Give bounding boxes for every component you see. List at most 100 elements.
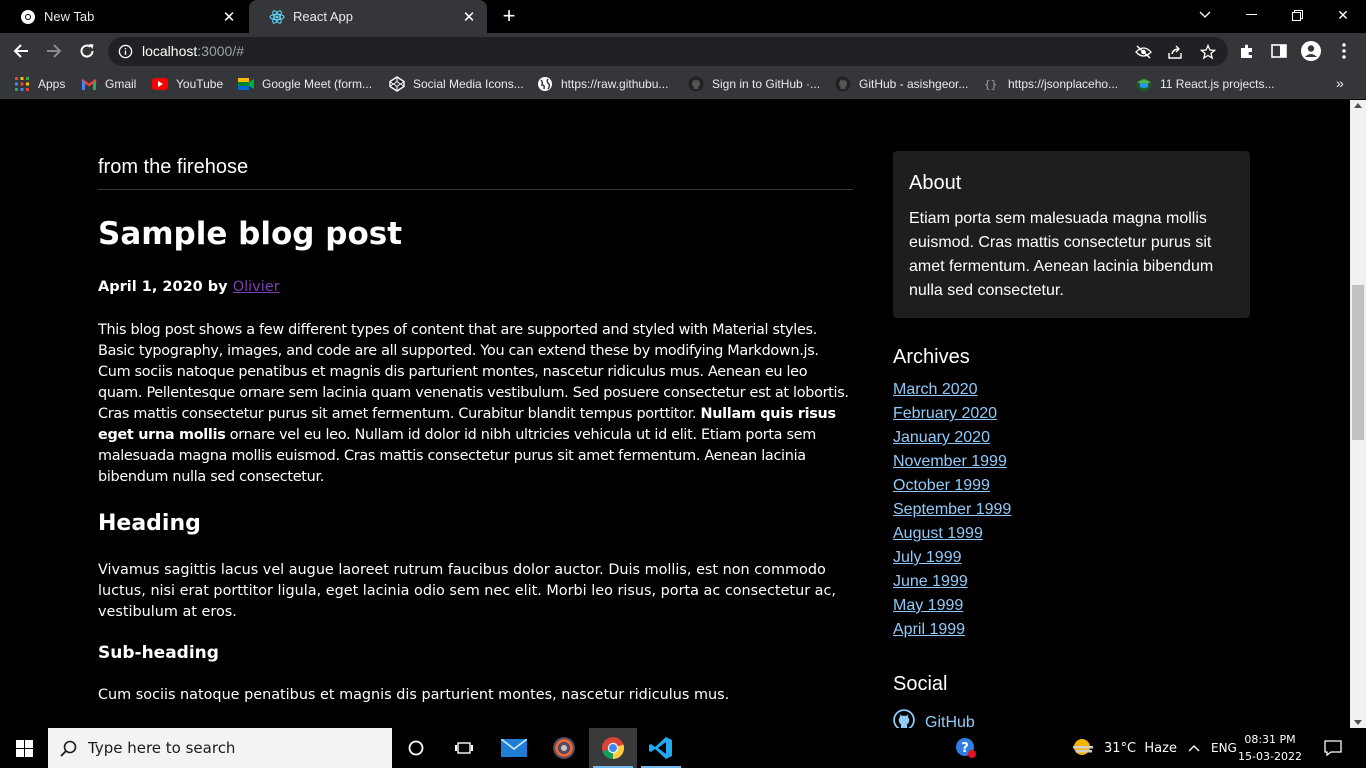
archive-link[interactable]: January 2020 [893,429,990,446]
about-title: About [909,172,962,194]
mail-icon[interactable] [490,728,538,768]
windows-taskbar: Type here to search ? 31°C Haze ENG 08:3… [0,728,1366,768]
youtube-icon [152,76,168,92]
vscode-icon[interactable] [637,728,685,768]
search-icon [48,740,88,757]
url-host: localhost [142,43,198,59]
new-tab-button[interactable]: + [497,5,521,28]
post-date: April 1, 2020 by [98,279,228,295]
globe-icon [537,76,553,92]
search-placeholder: Type here to search [88,739,236,757]
minimize-button[interactable] [1228,0,1274,30]
archive-item: October 1999 [893,477,1011,501]
archive-link[interactable]: June 1999 [893,573,968,590]
archive-link[interactable]: April 1999 [893,621,965,638]
media-player-icon[interactable] [540,728,588,768]
archive-link[interactable]: March 2020 [893,381,978,398]
back-arrow-icon[interactable] [9,39,33,63]
archive-link[interactable]: July 1999 [893,549,962,566]
weather-widget[interactable]: 31°C Haze [1072,728,1177,768]
taskbar-search-box[interactable]: Type here to search [48,728,392,768]
close-icon[interactable]: ✕ [219,7,239,27]
archive-item: November 1999 [893,453,1011,477]
archive-item: January 2020 [893,429,1011,453]
tab-title: React App [293,9,353,24]
post-paragraph: This blog post shows a few different typ… [98,320,853,488]
extensions-puzzle-icon[interactable] [1235,39,1259,63]
bookmark-jsonplaceholder[interactable]: {} https://jsonplaceho... [984,76,1118,92]
tab-title: New Tab [44,9,95,24]
archive-link[interactable]: November 1999 [893,453,1007,470]
archive-link[interactable]: February 2020 [893,405,997,422]
tab-search-chevron-icon[interactable] [1182,0,1228,30]
address-bar[interactable]: localhost:3000/# [108,37,1228,66]
notifications-icon[interactable] [1324,728,1342,768]
task-view-icon[interactable] [440,728,488,768]
bookmark-google-meet[interactable]: Google Meet (form... [238,76,372,92]
bookmark-github-asishgeorge[interactable]: GitHub - asishgeor... [835,76,968,92]
bookmark-star-icon[interactable] [1199,43,1217,61]
archive-link[interactable]: May 1999 [893,597,963,614]
bookmarks-overflow-chevron-icon[interactable]: » [1336,75,1344,91]
bookmark-apps[interactable]: Apps [14,76,65,92]
codepen-icon [389,76,405,92]
browser-toolbar: localhost:3000/# [0,33,1366,69]
archive-link[interactable]: October 1999 [893,477,990,494]
post-meta: April 1, 2020 by Olivier [98,279,280,295]
social-github-link[interactable]: GitHub [925,714,975,729]
chrome-taskbar-icon[interactable] [589,728,637,768]
bookmark-youtube[interactable]: YouTube [152,76,223,92]
gmail-icon [81,76,97,92]
page-viewport: from the firehose Sample blog post April… [0,100,1350,728]
json-icon: {} [984,76,1000,92]
archive-item: March 2020 [893,381,1011,405]
author-link[interactable]: Olivier [233,279,280,295]
archive-item: June 1999 [893,573,1011,597]
info-icon[interactable] [118,44,133,64]
bookmark-gmail[interactable]: Gmail [81,76,136,92]
eye-slash-icon[interactable] [1134,43,1152,61]
browser-tab-strip: New Tab ✕ React App ✕ + ✕ [0,0,1366,33]
profile-avatar-icon[interactable] [1299,39,1323,63]
bookmark-raw-githubusercontent[interactable]: https://raw.githubu... [537,76,668,92]
page-scrollbar[interactable] [1350,100,1366,728]
github-icon [893,709,915,728]
archive-item: July 1999 [893,549,1011,573]
bookmark-label: GitHub - asishgeor... [859,77,969,91]
tray-chevron-up-icon[interactable] [1188,728,1200,768]
tab-react-app[interactable]: React App ✕ [249,0,487,33]
help-question-icon[interactable]: ? [942,728,990,768]
bookmark-react-projects[interactable]: 11 React.js projects... [1136,76,1275,92]
bookmark-label: Apps [38,77,66,91]
scroll-down-arrow-icon[interactable] [1354,720,1362,725]
archive-link[interactable]: August 1999 [893,525,983,542]
close-window-button[interactable]: ✕ [1320,0,1366,30]
bookmark-label: YouTube [176,77,224,91]
bookmark-label: 11 React.js projects... [1160,77,1275,91]
share-icon[interactable] [1166,43,1184,61]
side-panel-icon[interactable] [1267,39,1291,63]
weather-text: 31°C Haze [1104,740,1177,756]
bookmark-sign-in-github[interactable]: Sign in to GitHub ·... [688,76,820,92]
kebab-menu-icon[interactable] [1332,39,1356,63]
scrollbar-thumb[interactable] [1352,285,1364,440]
reload-icon[interactable] [75,39,99,63]
archive-link[interactable]: September 1999 [893,501,1011,518]
social-github-item: GitHub [893,709,975,728]
github-icon [688,76,704,92]
scroll-up-arrow-icon[interactable] [1354,103,1362,108]
language-indicator[interactable]: ENG [1211,728,1237,768]
taskbar-clock[interactable]: 08:31 PM 15-03-2022 [1238,731,1302,765]
about-card: About Etiam porta sem malesuada magna mo… [893,151,1250,318]
forward-arrow-icon[interactable] [42,39,66,63]
restore-button[interactable] [1274,0,1320,30]
post-heading: Heading [98,511,201,536]
archive-item: April 1999 [893,621,1011,645]
bookmark-label: https://jsonplaceho... [1008,77,1119,91]
windows-start-icon[interactable] [0,728,48,768]
bookmark-social-media-icons[interactable]: Social Media Icons... [389,76,524,92]
cortana-circle-icon[interactable] [392,728,440,768]
bookmark-label: Google Meet (form... [262,77,373,91]
tab-new-tab[interactable]: New Tab ✕ [0,0,247,33]
close-icon[interactable]: ✕ [459,7,479,27]
